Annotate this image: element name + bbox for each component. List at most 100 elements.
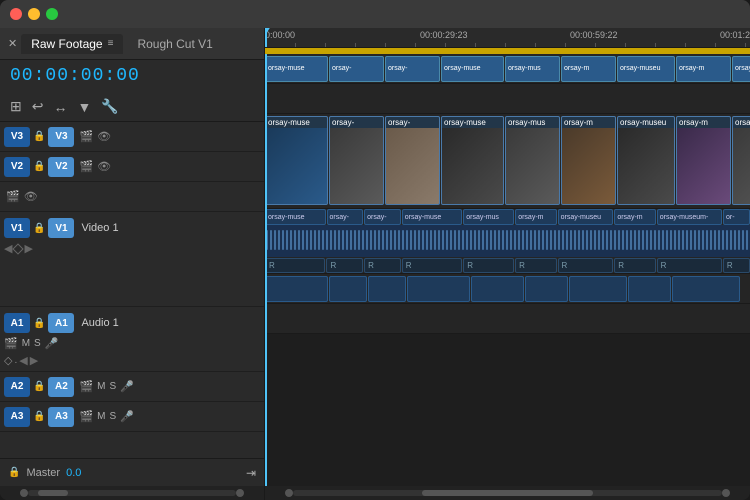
timeline-scroll-thumb[interactable] xyxy=(422,490,594,496)
v2-lock-icon[interactable]: 🔒 xyxy=(33,161,45,172)
a3-timeline-row[interactable] xyxy=(265,304,750,334)
a3-lock-icon[interactable]: 🔒 xyxy=(33,411,45,422)
v1-nav-right[interactable]: ▶ xyxy=(24,242,32,255)
v1-track-button[interactable]: V1 xyxy=(4,218,30,238)
v1-clip-9[interactable]: orsay-museum- xyxy=(732,116,750,205)
master-goto-icon[interactable]: ⇥ xyxy=(246,466,256,480)
v2-film-icon[interactable]: 🎬 xyxy=(79,160,93,173)
v3-eye-icon[interactable]: 👁 xyxy=(97,130,111,143)
v1-clip-8[interactable]: orsay-m xyxy=(676,116,731,205)
a1-name-btn[interactable]: A1 xyxy=(48,313,74,333)
a2-name-btn[interactable]: A2 xyxy=(48,377,74,397)
left-scroll-track[interactable] xyxy=(28,490,236,496)
a1-seg-3[interactable]: orsay- xyxy=(364,209,401,225)
selection-icon[interactable]: ↔ xyxy=(53,99,67,115)
v3-clip-8[interactable]: orsay-m xyxy=(676,56,731,82)
a3-m-btn[interactable]: M xyxy=(97,411,105,422)
a1-film-icon[interactable]: 🎬 xyxy=(4,337,18,350)
a2-clip-9[interactable] xyxy=(672,276,740,302)
close-button[interactable] xyxy=(10,8,22,20)
timeline-tracks[interactable]: orsay-muse orsay- orsay- orsay-muse orsa… xyxy=(265,54,750,486)
a2-clip-8[interactable] xyxy=(628,276,671,302)
minimize-button[interactable] xyxy=(28,8,40,20)
v1-lock-icon[interactable]: 🔒 xyxy=(33,223,45,234)
v1-keyframe-diamond[interactable] xyxy=(13,243,24,254)
a1-seg-10[interactable]: or- xyxy=(723,209,750,225)
a2-clip-3[interactable] xyxy=(368,276,406,302)
v1-timeline-row[interactable]: orsay-muse orsay- orsay- orsay-muse xyxy=(265,114,750,209)
a2-clip-7[interactable] xyxy=(569,276,627,302)
a2-lock-icon[interactable]: 🔒 xyxy=(33,381,45,392)
a1-mic-icon[interactable]: 🎤 xyxy=(45,337,59,350)
pen-icon[interactable]: ▼ xyxy=(77,99,91,115)
maximize-button[interactable] xyxy=(46,8,58,20)
a1-m-btn[interactable]: M xyxy=(22,338,30,349)
v1-name-btn[interactable]: V1 xyxy=(48,218,74,238)
a2-mic-icon[interactable]: 🎤 xyxy=(120,380,134,393)
v1-clip-4[interactable]: orsay-muse xyxy=(441,116,504,205)
v2-eye-icon[interactable]: 👁 xyxy=(97,160,111,173)
a1-nav-right[interactable]: ▶ xyxy=(30,354,38,367)
a2-clip-6[interactable] xyxy=(525,276,568,302)
v1-clip-5[interactable]: orsay-mus xyxy=(505,116,560,205)
a1-seg-8[interactable]: orsay-m xyxy=(614,209,655,225)
a3-name-btn[interactable]: A3 xyxy=(48,407,74,427)
v1-eye2-icon[interactable]: 👁 xyxy=(24,190,38,203)
a1-s-btn[interactable]: S xyxy=(34,338,41,349)
a1-seg-6[interactable]: orsay-m xyxy=(515,209,556,225)
v3-timeline-row[interactable]: orsay-muse orsay- orsay- orsay-muse orsa… xyxy=(265,54,750,84)
tab-close-icon[interactable]: ✕ xyxy=(8,37,17,50)
v1-clip-2[interactable]: orsay- xyxy=(329,116,384,205)
v2-name-btn[interactable]: V2 xyxy=(48,157,74,177)
wrench-icon[interactable]: 🔧 xyxy=(101,98,118,115)
v3-lock-icon[interactable]: 🔒 xyxy=(33,131,45,142)
a1-seg-5[interactable]: orsay-mus xyxy=(463,209,514,225)
v1-clip-7[interactable]: orsay-museu xyxy=(617,116,675,205)
a3-film-icon[interactable]: 🎬 xyxy=(79,410,93,423)
left-scroll-thumb[interactable] xyxy=(38,490,68,496)
v3-clip-3[interactable]: orsay- xyxy=(385,56,440,82)
a2-clip-1[interactable] xyxy=(265,276,328,302)
undo-icon[interactable]: ↩ xyxy=(32,98,44,115)
v3-clip-2[interactable]: orsay- xyxy=(329,56,384,82)
v3-clip-6[interactable]: orsay-m xyxy=(561,56,616,82)
a2-clip-2[interactable] xyxy=(329,276,367,302)
v3-clip-5[interactable]: orsay-mus xyxy=(505,56,560,82)
a1-seg-2[interactable]: orsay- xyxy=(327,209,364,225)
v3-clip-7[interactable]: orsay-museu xyxy=(617,56,675,82)
a1-seg-4[interactable]: orsay-muse xyxy=(402,209,463,225)
a2-clip-4[interactable] xyxy=(407,276,470,302)
v1-clip-6[interactable]: orsay-m xyxy=(561,116,616,205)
a1-seg-7[interactable]: orsay-museu xyxy=(558,209,614,225)
v3-clip-9[interactable]: orsay-museum- xyxy=(732,56,750,82)
a3-mic-icon[interactable]: 🎤 xyxy=(120,410,134,423)
a1-timeline-row[interactable]: orsay-muse orsay- orsay- orsay-muse orsa xyxy=(265,209,750,274)
a2-m-btn[interactable]: M xyxy=(97,381,105,392)
v1-film2-icon[interactable]: 🎬 xyxy=(6,190,20,203)
v3-name-btn[interactable]: V3 xyxy=(48,127,74,147)
a3-s-btn[interactable]: S xyxy=(110,411,117,422)
a1-nav-left[interactable]: ◀ xyxy=(19,354,27,367)
a1-lock-icon[interactable]: 🔒 xyxy=(33,318,45,329)
timeline-scroll-track[interactable] xyxy=(293,490,722,496)
a3-track-button[interactable]: A3 xyxy=(4,407,30,427)
a2-film-icon[interactable]: 🎬 xyxy=(79,380,93,393)
a1-seg-9[interactable]: orsay-museum- xyxy=(657,209,722,225)
v2-timeline-row[interactable] xyxy=(265,84,750,114)
v3-clip-1[interactable]: orsay-muse xyxy=(265,56,328,82)
tab-rough-cut[interactable]: Rough Cut V1 xyxy=(127,34,222,54)
v3-film-icon[interactable]: 🎬 xyxy=(79,130,93,143)
v3-track-button[interactable]: V3 xyxy=(4,127,30,147)
v1-clip-3[interactable]: orsay- xyxy=(385,116,440,205)
a2-clip-5[interactable] xyxy=(471,276,524,302)
a2-timeline-row[interactable] xyxy=(265,274,750,304)
v1-clip-1[interactable]: orsay-muse xyxy=(265,116,328,205)
a1-seg-1[interactable]: orsay-muse xyxy=(265,209,326,225)
tab-raw-footage[interactable]: Raw Footage ≡ xyxy=(21,34,123,54)
v3-clip-4[interactable]: orsay-muse xyxy=(441,56,504,82)
settings-icon[interactable]: ⊞ xyxy=(10,98,22,115)
v2-track-button[interactable]: V2 xyxy=(4,157,30,177)
a1-track-button[interactable]: A1 xyxy=(4,313,30,333)
a2-s-btn[interactable]: S xyxy=(110,381,117,392)
a2-track-button[interactable]: A2 xyxy=(4,377,30,397)
